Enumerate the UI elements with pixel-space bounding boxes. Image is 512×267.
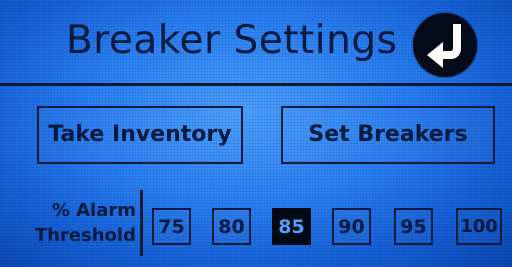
threshold-option-75[interactable]: 75 (152, 208, 191, 245)
threshold-option-95[interactable]: 95 (394, 208, 433, 245)
alarm-threshold-label: % Alarm Threshold (18, 198, 136, 248)
threshold-option-100[interactable]: 100 (456, 208, 502, 245)
threshold-option-80[interactable]: 80 (212, 208, 251, 245)
take-inventory-button[interactable]: Take Inventory (37, 106, 243, 164)
back-button[interactable] (413, 13, 477, 77)
page-title: Breaker Settings (66, 18, 398, 63)
return-arrow-icon (427, 24, 461, 68)
alarm-threshold-label-line-2: Threshold (34, 225, 136, 246)
threshold-option-85[interactable]: 85 (272, 208, 311, 245)
threshold-option-90[interactable]: 90 (332, 208, 371, 245)
header-divider (0, 83, 512, 86)
set-breakers-button[interactable]: Set Breakers (281, 106, 495, 164)
breaker-settings-screen: Breaker Settings Take Inventory Set Brea… (0, 0, 512, 267)
alarm-threshold-label-line-1: % Alarm (51, 200, 136, 221)
threshold-divider (140, 190, 143, 256)
